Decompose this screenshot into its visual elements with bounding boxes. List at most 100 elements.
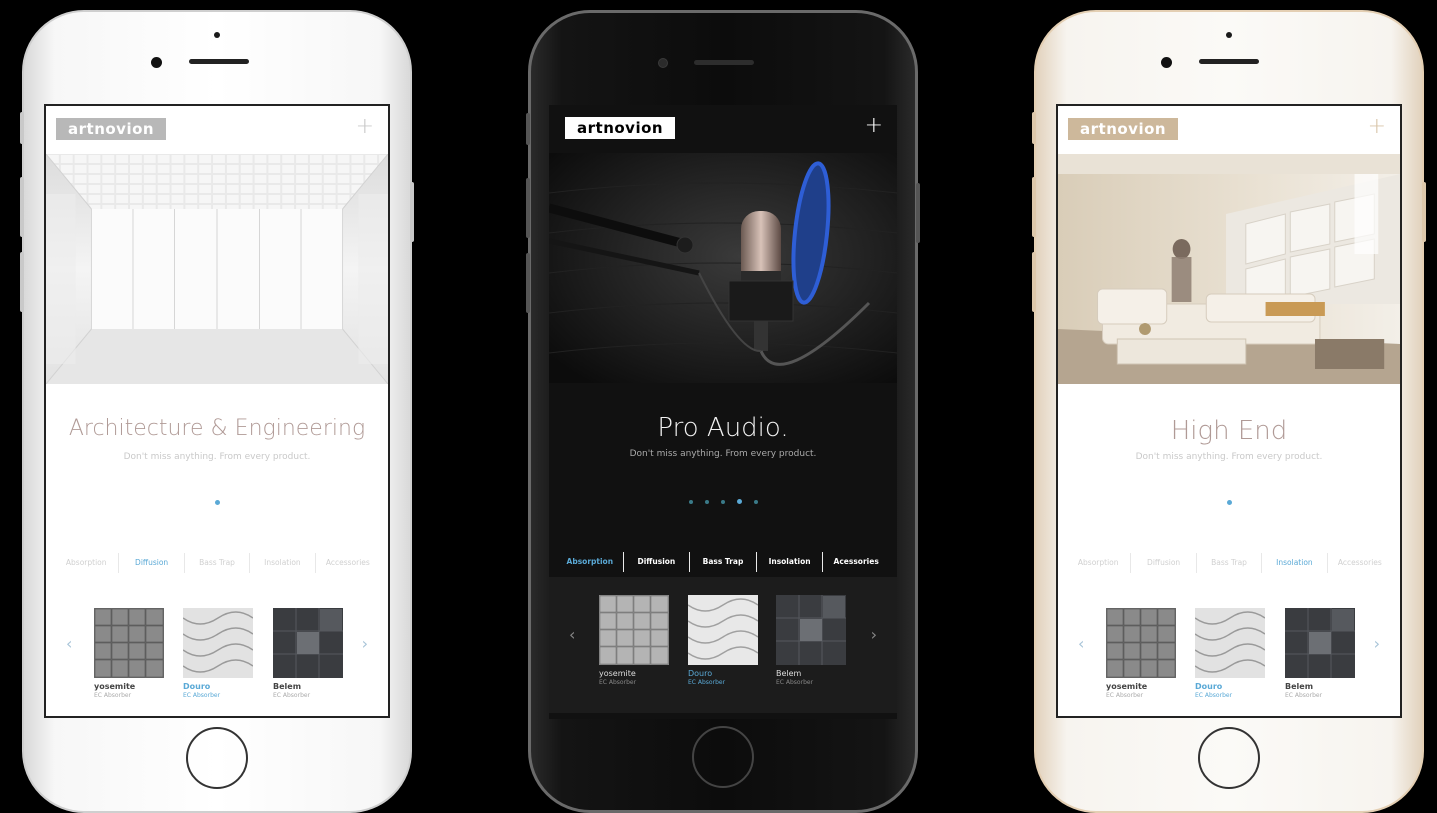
product-thumb-yosemite	[94, 608, 164, 678]
carousel-dots	[46, 500, 388, 505]
subline: Don't miss anything. From every product.	[629, 449, 817, 459]
tab-absorption[interactable]: Absorption	[1066, 553, 1130, 573]
tab-bass-trap[interactable]: Bass Trap	[1195, 553, 1261, 573]
hero-image-microphone	[549, 153, 897, 383]
top-bar: artnovion +	[1058, 106, 1400, 154]
home-button[interactable]	[1198, 727, 1260, 789]
camera-icon	[1226, 32, 1232, 38]
product-thumb-belem	[776, 595, 846, 665]
chevron-right-icon[interactable]: ›	[362, 634, 368, 653]
product-card[interactable]: yosemite EC Absorber	[94, 608, 164, 699]
product-card[interactable]: Douro EC Absorber	[1195, 608, 1265, 699]
product-thumb-belem	[1285, 608, 1355, 678]
chevron-right-icon[interactable]: ›	[1374, 634, 1380, 653]
product-card[interactable]: Belem EC Absorber	[1285, 608, 1355, 699]
screen: artnovion +	[1056, 104, 1402, 718]
speaker-grille	[1199, 59, 1259, 64]
subline: Don't miss anything. From every product.	[123, 452, 311, 462]
carousel-dot[interactable]	[688, 500, 693, 504]
side-button	[1032, 252, 1036, 312]
carousel-dots	[549, 499, 897, 504]
product-subtitle: EC Absorber	[94, 692, 132, 699]
hero-image	[46, 154, 388, 384]
product-thumb-yosemite	[599, 595, 669, 665]
carousel-dot[interactable]	[736, 499, 742, 504]
tab-bass-trap[interactable]: Bass Trap	[689, 552, 756, 572]
chevron-right-icon[interactable]: ›	[871, 625, 877, 644]
chevron-left-icon[interactable]: ‹	[569, 625, 575, 644]
carousel-dot[interactable]	[720, 500, 725, 504]
side-button	[1032, 112, 1036, 144]
side-button	[20, 252, 24, 312]
product-carousel: ‹ yosemite EC Absorber Douro EC Absorber…	[46, 586, 388, 716]
carousel-dot[interactable]	[214, 500, 220, 505]
front-camera-icon	[658, 58, 668, 68]
phone-silver: artnovion + Architecture & Engineering D…	[20, 10, 414, 813]
side-button	[20, 177, 24, 237]
plus-icon[interactable]: +	[865, 113, 883, 138]
side-button	[526, 113, 530, 145]
hero-image	[549, 153, 897, 383]
carousel-dot[interactable]	[753, 500, 758, 504]
top-bar: artnovion +	[549, 105, 897, 153]
product-name: yosemite	[599, 669, 636, 678]
product-subtitle: EC Absorber	[776, 679, 814, 686]
tab-accessories[interactable]: Accessories	[1326, 553, 1392, 573]
hero-image	[1058, 154, 1400, 384]
home-button[interactable]	[186, 727, 248, 789]
category-tabs: Absorption Diffusion Bass Trap Insolatio…	[46, 550, 388, 576]
plus-icon[interactable]: +	[1368, 114, 1386, 139]
product-thumb-douro	[1195, 608, 1265, 678]
tab-accessories[interactable]: Accessories	[314, 553, 380, 573]
brand-logo[interactable]: artnovion	[56, 118, 167, 140]
product-thumb-douro	[688, 595, 758, 665]
product-name: yosemite	[1106, 682, 1148, 691]
product-card[interactable]: Douro EC Absorber	[688, 595, 758, 686]
chevron-left-icon[interactable]: ‹	[66, 634, 72, 653]
product-subtitle: EC Absorber	[688, 679, 726, 686]
product-subtitle: EC Absorber	[599, 679, 637, 686]
screen: artnovion +	[44, 104, 390, 718]
tab-insolation[interactable]: Insolation	[249, 553, 314, 573]
product-card[interactable]: Belem EC Absorber	[273, 608, 343, 699]
speaker-grille	[189, 59, 249, 64]
product-card[interactable]: yosemite EC Absorber	[599, 595, 669, 686]
product-card[interactable]: Douro EC Absorber	[183, 608, 253, 699]
product-name: Douro	[688, 669, 713, 678]
product-name: Douro	[183, 682, 211, 691]
tab-accessories[interactable]: Acessories	[822, 552, 889, 572]
tab-absorption[interactable]: Absorption	[557, 552, 623, 572]
side-button	[410, 182, 414, 242]
brand-logo[interactable]: artnovion	[565, 117, 676, 139]
chevron-left-icon[interactable]: ‹	[1078, 634, 1084, 653]
tab-absorption[interactable]: Absorption	[54, 553, 118, 573]
carousel-dot[interactable]	[704, 500, 709, 504]
product-card[interactable]: yosemite EC Absorber	[1106, 608, 1176, 699]
product-thumb-belem	[273, 608, 343, 678]
brand-logo[interactable]: artnovion	[1068, 118, 1179, 140]
subline: Don't miss anything. From every product.	[1135, 452, 1323, 462]
tab-diffusion[interactable]: Diffusion	[118, 553, 183, 573]
side-button	[916, 183, 920, 243]
product-card[interactable]: Belem EC Absorber	[776, 595, 846, 686]
headline: Architecture & Engineering	[68, 416, 366, 441]
side-button	[1422, 182, 1426, 242]
tab-diffusion[interactable]: Diffusion	[1130, 553, 1195, 573]
product-carousel: ‹ yosemite EC Absorber Douro EC Absorber…	[549, 577, 897, 713]
home-button[interactable]	[692, 726, 754, 788]
product-name: Belem	[1285, 682, 1314, 691]
tab-insolation[interactable]: Insolation	[1261, 553, 1326, 573]
speaker-grille	[694, 60, 754, 65]
headline: Pro Audio.	[657, 413, 789, 443]
product-subtitle: EC Absorber	[273, 692, 311, 699]
screen: artnovion +	[549, 105, 897, 719]
plus-icon[interactable]: +	[356, 114, 374, 139]
camera-icon	[214, 32, 220, 38]
tab-diffusion[interactable]: Diffusion	[622, 552, 690, 572]
carousel-dot[interactable]	[1226, 500, 1232, 505]
tab-bass-trap[interactable]: Bass Trap	[183, 553, 249, 573]
carousel-dots	[1058, 500, 1400, 505]
tab-insolation[interactable]: Insolation	[755, 552, 823, 572]
hero-image-living-room	[1058, 154, 1400, 384]
product-subtitle: EC Absorber	[183, 692, 221, 699]
